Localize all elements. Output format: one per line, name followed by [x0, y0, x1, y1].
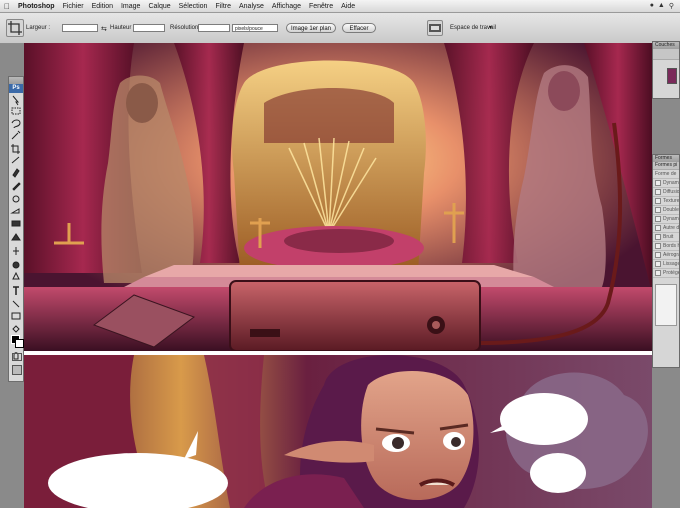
checkbox[interactable] — [655, 207, 661, 213]
checkbox[interactable] — [655, 198, 661, 204]
brush-option-row[interactable]: Lissage — [653, 260, 679, 269]
ps-badge: Ps — [9, 84, 23, 93]
menu-image[interactable]: Image — [117, 3, 144, 10]
marquee-tool-icon — [11, 107, 21, 115]
volume-icon[interactable]: ▲ — [658, 2, 665, 10]
path-select-icon — [12, 300, 20, 308]
tools-panel-grip[interactable] — [9, 77, 23, 84]
checkbox[interactable] — [655, 270, 661, 276]
menu-calque[interactable]: Calque — [144, 3, 174, 10]
checkbox[interactable] — [655, 252, 661, 258]
channels-panel: Couches — [652, 41, 680, 99]
menu-bar:  Photoshop Fichier Edition Image Calque… — [0, 0, 680, 13]
checkbox[interactable] — [655, 180, 661, 186]
shape-tool-icon — [11, 312, 21, 320]
menu-affichage[interactable]: Affichage — [268, 3, 305, 10]
front-image-button[interactable]: Image 1er plan — [286, 23, 336, 33]
wifi-icon[interactable]: ● — [650, 2, 654, 10]
crop-tool-icon — [11, 144, 20, 154]
lasso-tool-icon — [11, 119, 21, 129]
brush-option-row[interactable]: Diffusion — [653, 188, 679, 197]
brush-option-row[interactable]: Bruit — [653, 233, 679, 242]
status-tray: ● ▲ ⚲ — [650, 2, 680, 10]
channel-thumbnail[interactable] — [667, 68, 677, 84]
type-tool-icon — [13, 286, 19, 295]
channels-panel-tabs[interactable] — [653, 49, 679, 60]
checkbox[interactable] — [655, 225, 661, 231]
menu-aide[interactable]: Aide — [337, 3, 359, 10]
comic-panel-throne-room — [24, 43, 652, 351]
hauteur-field[interactable] — [133, 24, 165, 32]
pen-tool-icon — [12, 271, 20, 280]
brush-option-row[interactable]: Dynamique — [653, 179, 679, 188]
tools-panel: Ps — [8, 76, 24, 382]
channels-panel-header[interactable]: Couches — [653, 42, 679, 49]
closeup-illustration — [24, 355, 652, 508]
bucket-tool-icon — [11, 233, 21, 241]
menu-analyse[interactable]: Analyse — [235, 3, 268, 10]
dodge-tool-icon — [12, 261, 20, 269]
crop-tool-preset-icon[interactable] — [6, 19, 24, 37]
throne-room-illustration — [24, 43, 652, 351]
spotlight-icon[interactable]: ⚲ — [669, 2, 674, 10]
document-canvas[interactable] — [24, 43, 652, 508]
menu-selection[interactable]: Sélection — [175, 3, 212, 10]
menu-edition[interactable]: Edition — [88, 3, 117, 10]
slice-tool-icon — [11, 156, 20, 164]
unit-select-value: pixels/pouce — [235, 26, 263, 32]
stamp-tool-icon — [12, 195, 20, 203]
brushes-panel: Formes Formes pi Forme de Dynamique Diff… — [652, 154, 680, 368]
brush-option-row[interactable]: Bords hu — [653, 242, 679, 251]
blur-tool-icon — [13, 247, 19, 255]
brushes-subheader: Formes pi — [653, 162, 679, 170]
checkbox[interactable] — [655, 234, 661, 240]
largeur-label: Largeur : — [26, 25, 51, 31]
brush-tool-icon — [12, 182, 21, 191]
eraser-tool-icon — [11, 220, 21, 227]
swap-dimensions-icon[interactable]: ⇆ — [101, 25, 107, 33]
wand-tool-icon — [11, 130, 21, 140]
checkbox[interactable] — [655, 261, 661, 267]
checkbox[interactable] — [655, 243, 661, 249]
brush-option-row[interactable]: Dynamique — [653, 215, 679, 224]
options-bar: Largeur : ⇆ Hauteur : Résolution : pixel… — [0, 13, 680, 44]
menu-fenetre[interactable]: Fenêtre — [305, 3, 337, 10]
screen-mode-icon[interactable] — [12, 365, 22, 375]
brush-option-row[interactable]: Forme de — [653, 170, 679, 179]
history-brush-icon — [10, 208, 20, 214]
brushes-panel-header[interactable]: Formes — [653, 155, 679, 162]
background-color-swatch[interactable] — [15, 339, 24, 348]
move-tool-icon — [12, 95, 20, 106]
healing-tool-icon — [12, 168, 20, 178]
menu-photoshop[interactable]: Photoshop — [14, 3, 59, 10]
brush-option-row[interactable]: Autre dyn — [653, 224, 679, 233]
brush-option-row[interactable]: Aérograp — [653, 251, 679, 260]
comic-panel-closeup — [24, 355, 652, 508]
resolution-field[interactable] — [198, 24, 230, 32]
menu-filtre[interactable]: Filtre — [211, 3, 235, 10]
clear-button[interactable]: Effacer — [342, 23, 376, 33]
chevron-down-icon[interactable]: ▾ — [489, 24, 492, 31]
brush-option-row[interactable]: Double — [653, 206, 679, 215]
resolution-label: Résolution : — [170, 25, 202, 31]
workspace-icon[interactable] — [427, 20, 443, 36]
brush-preview — [655, 284, 677, 326]
apple-icon[interactable]:  — [0, 2, 14, 11]
brush-option-row[interactable]: Protéger — [653, 269, 679, 278]
brush-option-row[interactable]: Texture — [653, 197, 679, 206]
largeur-field[interactable] — [62, 24, 98, 32]
notes-tool-icon — [12, 325, 20, 333]
hauteur-label: Hauteur : — [110, 25, 135, 31]
unit-select[interactable]: pixels/pouce — [232, 24, 278, 32]
checkbox[interactable] — [655, 189, 661, 195]
checkbox[interactable] — [655, 216, 661, 222]
menu-fichier[interactable]: Fichier — [59, 3, 88, 10]
quick-mask-icon[interactable] — [12, 353, 22, 361]
